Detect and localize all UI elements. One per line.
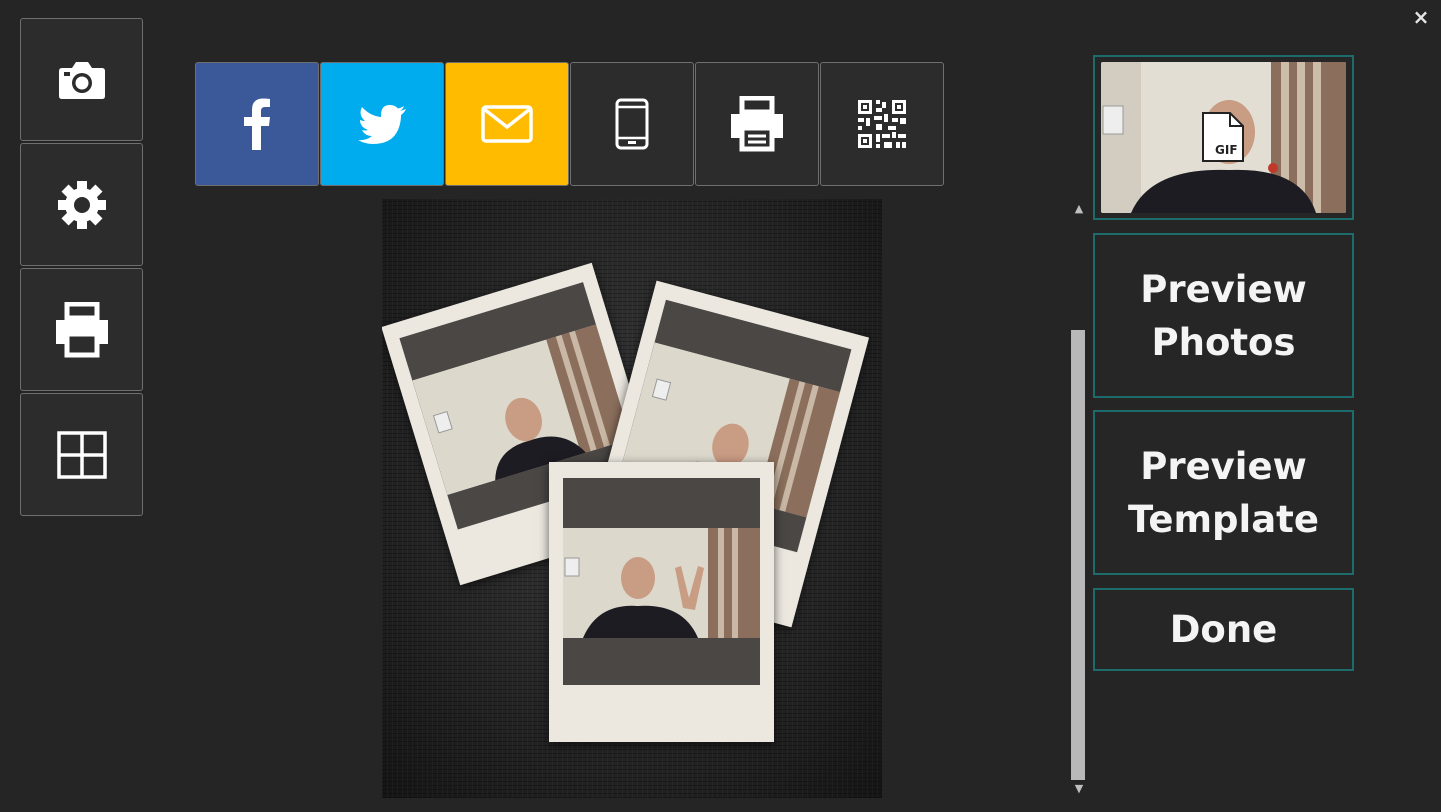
preview-template-label-line2: Template: [1128, 497, 1319, 541]
share-facebook-button[interactable]: [195, 62, 319, 186]
phone-icon: [615, 98, 649, 150]
share-email-button[interactable]: [445, 62, 569, 186]
scrollbar-thumb[interactable]: [1071, 330, 1085, 780]
camera-button[interactable]: [20, 18, 143, 141]
photo-frame-3: [549, 462, 774, 742]
done-button[interactable]: Done: [1093, 588, 1354, 671]
settings-button[interactable]: [20, 143, 143, 266]
gif-badge-label: GIF: [1215, 143, 1238, 157]
printer-icon: [731, 96, 783, 152]
done-label: Done: [1169, 608, 1278, 651]
preview-template-button[interactable]: Preview Template: [1093, 410, 1354, 575]
printer-icon: [55, 301, 108, 357]
share-qr-button[interactable]: [820, 62, 944, 186]
grid-icon: [56, 430, 107, 479]
facebook-icon: [244, 98, 270, 150]
preview-photos-label-line2: Photos: [1151, 320, 1296, 364]
share-print-button[interactable]: [695, 62, 819, 186]
mail-icon: [481, 105, 533, 143]
close-button[interactable]: ×: [1410, 6, 1432, 28]
scroll-down-button[interactable]: ▼: [1071, 783, 1087, 794]
print-settings-button[interactable]: [20, 268, 143, 391]
twitter-icon: [358, 105, 406, 144]
camera-icon: [58, 61, 105, 99]
gear-icon: [57, 180, 106, 229]
photo-3: [563, 528, 760, 638]
preview-template-label-line1: Preview: [1140, 444, 1307, 488]
qr-code-icon: [858, 100, 906, 148]
share-sms-button[interactable]: [570, 62, 694, 186]
scroll-up-button[interactable]: ▲: [1071, 203, 1087, 214]
preview-photos-button[interactable]: Preview Photos: [1093, 233, 1354, 398]
template-preview-canvas: [382, 199, 882, 798]
preview-photos-label-line1: Preview: [1140, 267, 1307, 311]
gif-file-icon: GIF: [1200, 110, 1246, 164]
layout-button[interactable]: [20, 393, 143, 516]
share-twitter-button[interactable]: [320, 62, 444, 186]
